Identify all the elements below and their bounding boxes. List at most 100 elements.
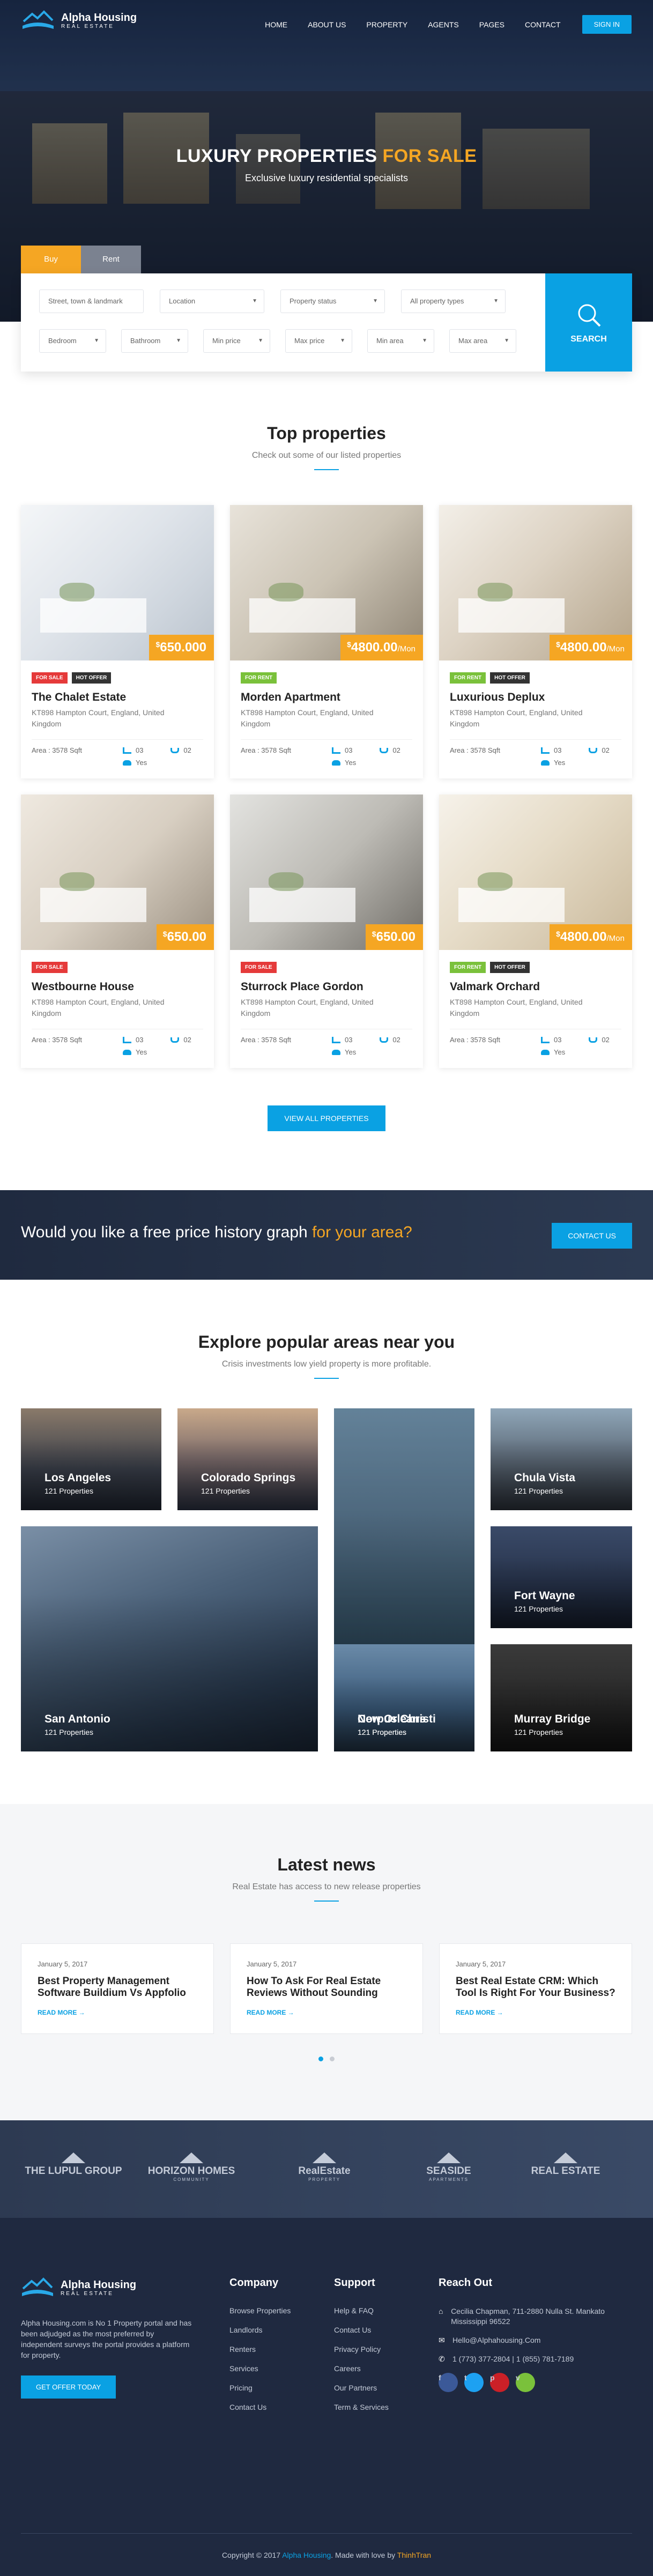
property-image[interactable]: $4800.00/Mon <box>439 795 632 950</box>
tab-rent[interactable]: Rent <box>81 246 141 273</box>
logo[interactable]: Alpha Housing REAL ESTATE <box>21 10 137 31</box>
news-card[interactable]: January 5, 2017 Best Real Estate CRM: Wh… <box>439 1943 632 2034</box>
property-image[interactable]: $650.00 <box>21 795 214 950</box>
nav-property[interactable]: PROPERTY <box>366 20 407 29</box>
carousel-dot[interactable] <box>330 2057 335 2061</box>
footer-email[interactable]: Hello@Alphahousing.Com <box>452 2335 540 2345</box>
area-tile[interactable]: Murray Bridge 121 Properties <box>491 1644 632 1751</box>
property-name[interactable]: Luxurious Deplux <box>450 691 621 704</box>
section-divider <box>314 1378 339 1379</box>
property-card[interactable]: $650.00 FOR SALE Westbourne House KT898 … <box>21 795 214 1068</box>
areas-grid: Los Angeles 121 Properties Colorado Spri… <box>21 1408 632 1751</box>
footer-company-link[interactable]: Services <box>229 2364 291 2373</box>
area-tile[interactable]: Chula Vista 121 Properties <box>491 1408 632 1510</box>
section-subtitle: Check out some of our listed properties <box>251 451 402 460</box>
chevron-down-icon: ▼ <box>252 298 257 304</box>
copyright-author-link[interactable]: ThinhTran <box>397 2551 431 2559</box>
twitter-icon[interactable]: t <box>464 2373 484 2392</box>
property-name[interactable]: The Chalet Estate <box>32 691 203 704</box>
nav-pages[interactable]: PAGES <box>479 20 504 29</box>
news-card[interactable]: January 5, 2017 How To Ask For Real Esta… <box>230 1943 423 2034</box>
property-image[interactable]: $650.00 <box>230 795 423 950</box>
footer-company-link[interactable]: Landlords <box>229 2326 291 2334</box>
partner-logo[interactable]: THE LUPUL GROUP <box>23 2152 124 2177</box>
property-name[interactable]: Valmark Orchard <box>450 981 621 993</box>
max-area-select[interactable]: Max area ▼ <box>449 329 516 353</box>
property-name[interactable]: Sturrock Place Gordon <box>241 981 412 993</box>
news-title[interactable]: Best Real Estate CRM: Which Tool Is Righ… <box>456 1976 615 1999</box>
min-area-select[interactable]: Min area ▼ <box>367 329 434 353</box>
area-tile[interactable]: Fort Wayne 121 Properties <box>491 1526 632 1628</box>
min-price-select[interactable]: Min price ▼ <box>203 329 270 353</box>
property-image[interactable]: $4800.00/Mon <box>439 505 632 660</box>
bedroom-select[interactable]: Bedroom ▼ <box>39 329 106 353</box>
footer-company-link[interactable]: Renters <box>229 2345 291 2354</box>
footer-support-link[interactable]: Our Partners <box>334 2384 389 2392</box>
read-more-link[interactable]: READ MORE → <box>247 2009 406 2016</box>
nav-about-us[interactable]: ABOUT US <box>308 20 346 29</box>
facebook-icon[interactable]: f <box>439 2373 458 2392</box>
footer-support-link[interactable]: Privacy Policy <box>334 2345 389 2354</box>
area-tile[interactable]: Colorado Springs 121 Properties <box>177 1408 318 1510</box>
footer-company-title: Company <box>229 2277 279 2289</box>
sign-in-button[interactable]: SIGN IN <box>582 15 632 34</box>
property-image[interactable]: $650.000 <box>21 505 214 660</box>
property-address: KT898 Hampton Court, England, United Kin… <box>32 998 165 1018</box>
search-button[interactable]: SEARCH <box>545 273 632 372</box>
nav-agents[interactable]: AGENTS <box>428 20 459 29</box>
pinterest-icon[interactable]: p <box>490 2373 509 2392</box>
property-area: Area : 3578 Sqft <box>241 746 291 754</box>
bath-icon <box>589 1037 598 1043</box>
carousel-dot[interactable] <box>318 2057 323 2061</box>
read-more-link[interactable]: READ MORE → <box>456 2009 615 2016</box>
footer-support-link[interactable]: Term & Services <box>334 2403 389 2411</box>
news-card[interactable]: January 5, 2017 Best Property Management… <box>21 1943 214 2034</box>
bath-icon <box>380 747 389 753</box>
property-card[interactable]: $4800.00/Mon FOR RENT HOT OFFER Luxurious… <box>439 505 632 778</box>
property-card[interactable]: $650.000 FOR SALE HOT OFFER The Chalet Es… <box>21 505 214 778</box>
area-name: San Antonio <box>44 1713 110 1725</box>
property-card[interactable]: $4800.00/Mon FOR RENT HOT OFFER Valmark O… <box>439 795 632 1068</box>
tab-buy[interactable]: Buy <box>21 246 81 273</box>
partner-logo[interactable]: SEASIDE APARTMENTS <box>398 2152 500 2182</box>
news-title[interactable]: How To Ask For Real Estate Reviews Witho… <box>247 1976 406 1999</box>
bathroom-select[interactable]: Bathroom ▼ <box>121 329 188 353</box>
bed-count: 03 <box>136 1036 144 1044</box>
news-title[interactable]: Best Property Management Software Buildi… <box>38 1976 197 1999</box>
area-tile[interactable]: Corpus Christi 121 Properties <box>334 1644 474 1751</box>
view-all-properties-button[interactable]: VIEW ALL PROPERTIES <box>268 1105 385 1131</box>
section-title: Explore popular areas near you <box>198 1332 455 1352</box>
type-select[interactable]: All property types ▼ <box>401 289 506 313</box>
location-select-label: Location <box>169 297 196 305</box>
footer-company-link[interactable]: Pricing <box>229 2384 291 2392</box>
property-name[interactable]: Morden Apartment <box>241 691 412 704</box>
max-price-select[interactable]: Max price ▼ <box>285 329 352 353</box>
hero-subtitle: Exclusive luxury residential specialists <box>244 173 409 183</box>
house-logo-icon <box>437 2152 461 2163</box>
copyright-brand-link[interactable]: Alpha Housing <box>282 2551 331 2559</box>
status-select[interactable]: Property status ▼ <box>280 289 385 313</box>
get-offer-button[interactable]: GET OFFER TODAY <box>21 2375 116 2399</box>
partner-logo[interactable]: REAL ESTATE <box>515 2152 617 2177</box>
keyword-input[interactable]: Street, town & landmark <box>39 289 144 313</box>
footer-company-link[interactable]: Browse Properties <box>229 2306 291 2315</box>
property-card[interactable]: $4800.00/Mon FOR RENT Morden Apartment K… <box>230 505 423 778</box>
property-card[interactable]: $650.00 FOR SALE Sturrock Place Gordon K… <box>230 795 423 1068</box>
area-tile[interactable]: San Antonio 121 Properties <box>21 1526 318 1751</box>
footer-logo[interactable]: Alpha Housing REAL ESTATE <box>21 2277 192 2298</box>
footer-support-link[interactable]: Careers <box>334 2364 389 2373</box>
vine-icon[interactable]: v <box>516 2373 535 2392</box>
footer-support-link[interactable]: Contact Us <box>334 2326 389 2334</box>
partner-logo[interactable]: RealEstate PROPERTY <box>273 2152 375 2182</box>
contact-us-button[interactable]: CONTACT US <box>552 1223 632 1249</box>
nav-home[interactable]: HOME <box>265 20 287 29</box>
area-tile[interactable]: Los Angeles 121 Properties <box>21 1408 161 1510</box>
footer-support-link[interactable]: Help & FAQ <box>334 2306 389 2315</box>
property-image[interactable]: $4800.00/Mon <box>230 505 423 660</box>
footer-company-link[interactable]: Contact Us <box>229 2403 291 2411</box>
location-select[interactable]: Location ▼ <box>160 289 264 313</box>
partner-logo[interactable]: HORIZON HOMES COMMUNITY <box>140 2152 242 2182</box>
property-name[interactable]: Westbourne House <box>32 981 203 993</box>
nav-contact[interactable]: CONTACT <box>525 20 561 29</box>
read-more-link[interactable]: READ MORE → <box>38 2009 197 2016</box>
